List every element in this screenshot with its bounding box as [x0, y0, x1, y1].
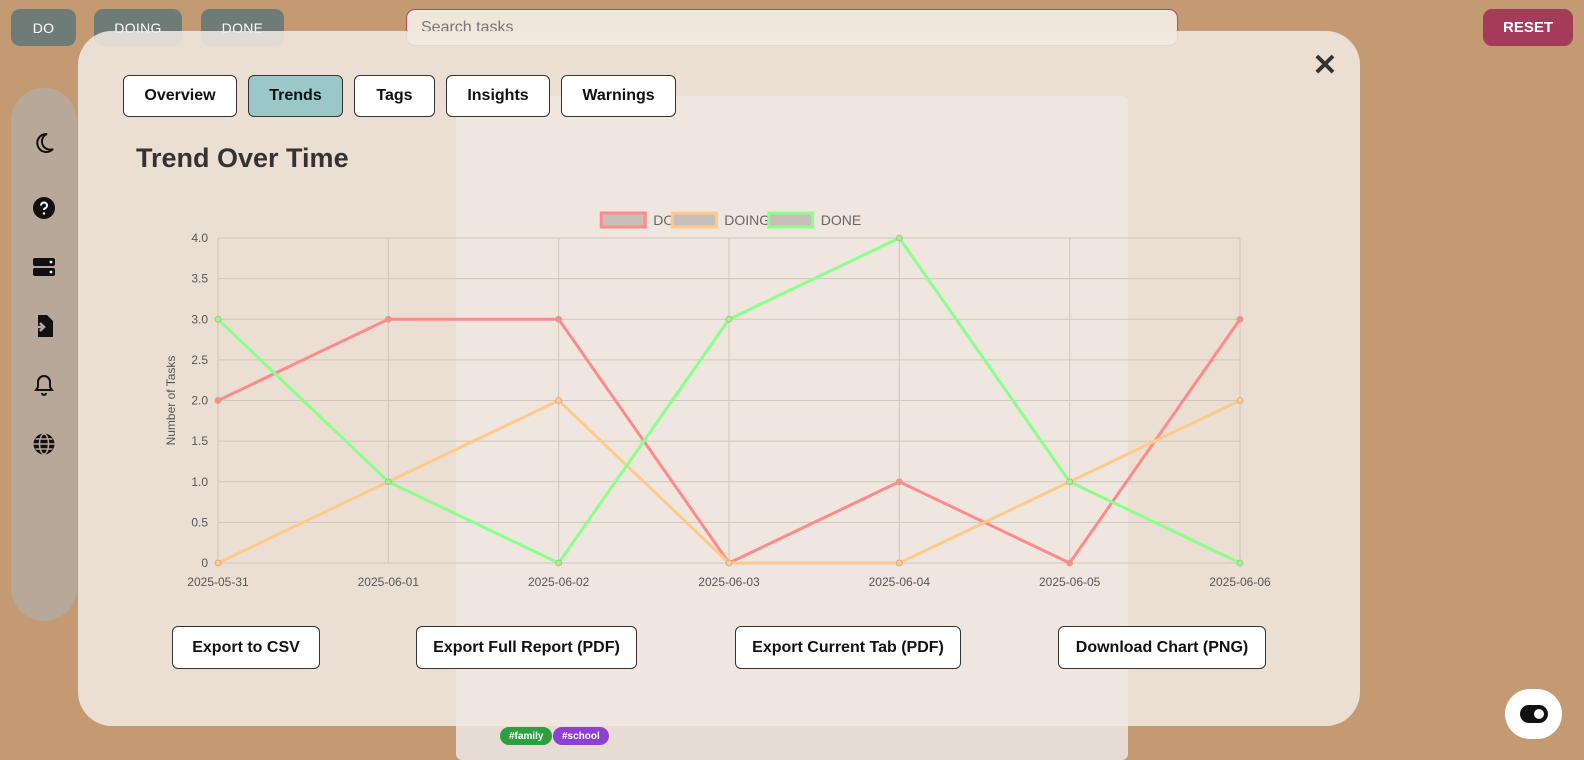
x-tick-label: 2025-05-31: [187, 575, 249, 589]
y-tick-label: 3.0: [191, 312, 208, 326]
y-tick-label: 2.0: [191, 394, 208, 408]
data-point-done: [555, 559, 563, 567]
toggle-button[interactable]: [1505, 689, 1562, 739]
data-point-do: [895, 478, 903, 486]
y-tick-label: 1.0: [191, 475, 208, 489]
download-chart-button[interactable]: Download Chart (PNG): [1058, 626, 1266, 669]
export-current-tab-button[interactable]: Export Current Tab (PDF): [735, 626, 961, 669]
y-axis-label: Number of Tasks: [164, 356, 178, 446]
y-tick-label: 3.5: [191, 272, 208, 286]
legend-swatch-doing: [670, 211, 718, 229]
export-full-report-button[interactable]: Export Full Report (PDF): [416, 626, 637, 669]
data-point-doing: [1236, 397, 1244, 404]
x-tick-label: 2025-06-03: [698, 575, 760, 589]
legend-swatch-do: [599, 211, 647, 229]
y-tick-label: 1.5: [191, 434, 208, 448]
data-point-doing: [725, 559, 733, 567]
y-tick-label: 2.5: [191, 353, 208, 367]
data-point-done: [1066, 478, 1074, 486]
data-point-do: [214, 397, 222, 404]
x-tick-label: 2025-06-01: [358, 575, 420, 589]
data-point-done: [895, 234, 903, 242]
y-tick-label: 0.5: [191, 515, 208, 529]
y-tick-label: 4.0: [191, 231, 208, 245]
data-point-do: [555, 315, 563, 323]
legend-label-done: DONE: [821, 212, 861, 228]
data-point-do: [1066, 559, 1074, 567]
legend-label-doing: DOING: [724, 212, 770, 228]
data-point-done: [1236, 559, 1244, 567]
data-point-doing: [895, 559, 903, 567]
data-point-do: [1236, 315, 1244, 323]
x-tick-label: 2025-06-02: [528, 575, 590, 589]
y-tick-label: 0: [201, 556, 208, 570]
data-point-done: [214, 315, 222, 323]
data-point-done: [384, 478, 392, 486]
data-point-done: [725, 315, 733, 323]
legend-swatch-done: [767, 211, 815, 229]
export-csv-button[interactable]: Export to CSV: [172, 626, 320, 669]
data-point-doing: [214, 559, 222, 567]
toggle-icon: [1519, 705, 1548, 723]
x-tick-label: 2025-06-06: [1209, 575, 1271, 589]
data-point-do: [384, 315, 392, 323]
x-tick-label: 2025-06-04: [869, 575, 931, 589]
x-tick-label: 2025-06-05: [1039, 575, 1101, 589]
data-point-doing: [555, 397, 563, 404]
